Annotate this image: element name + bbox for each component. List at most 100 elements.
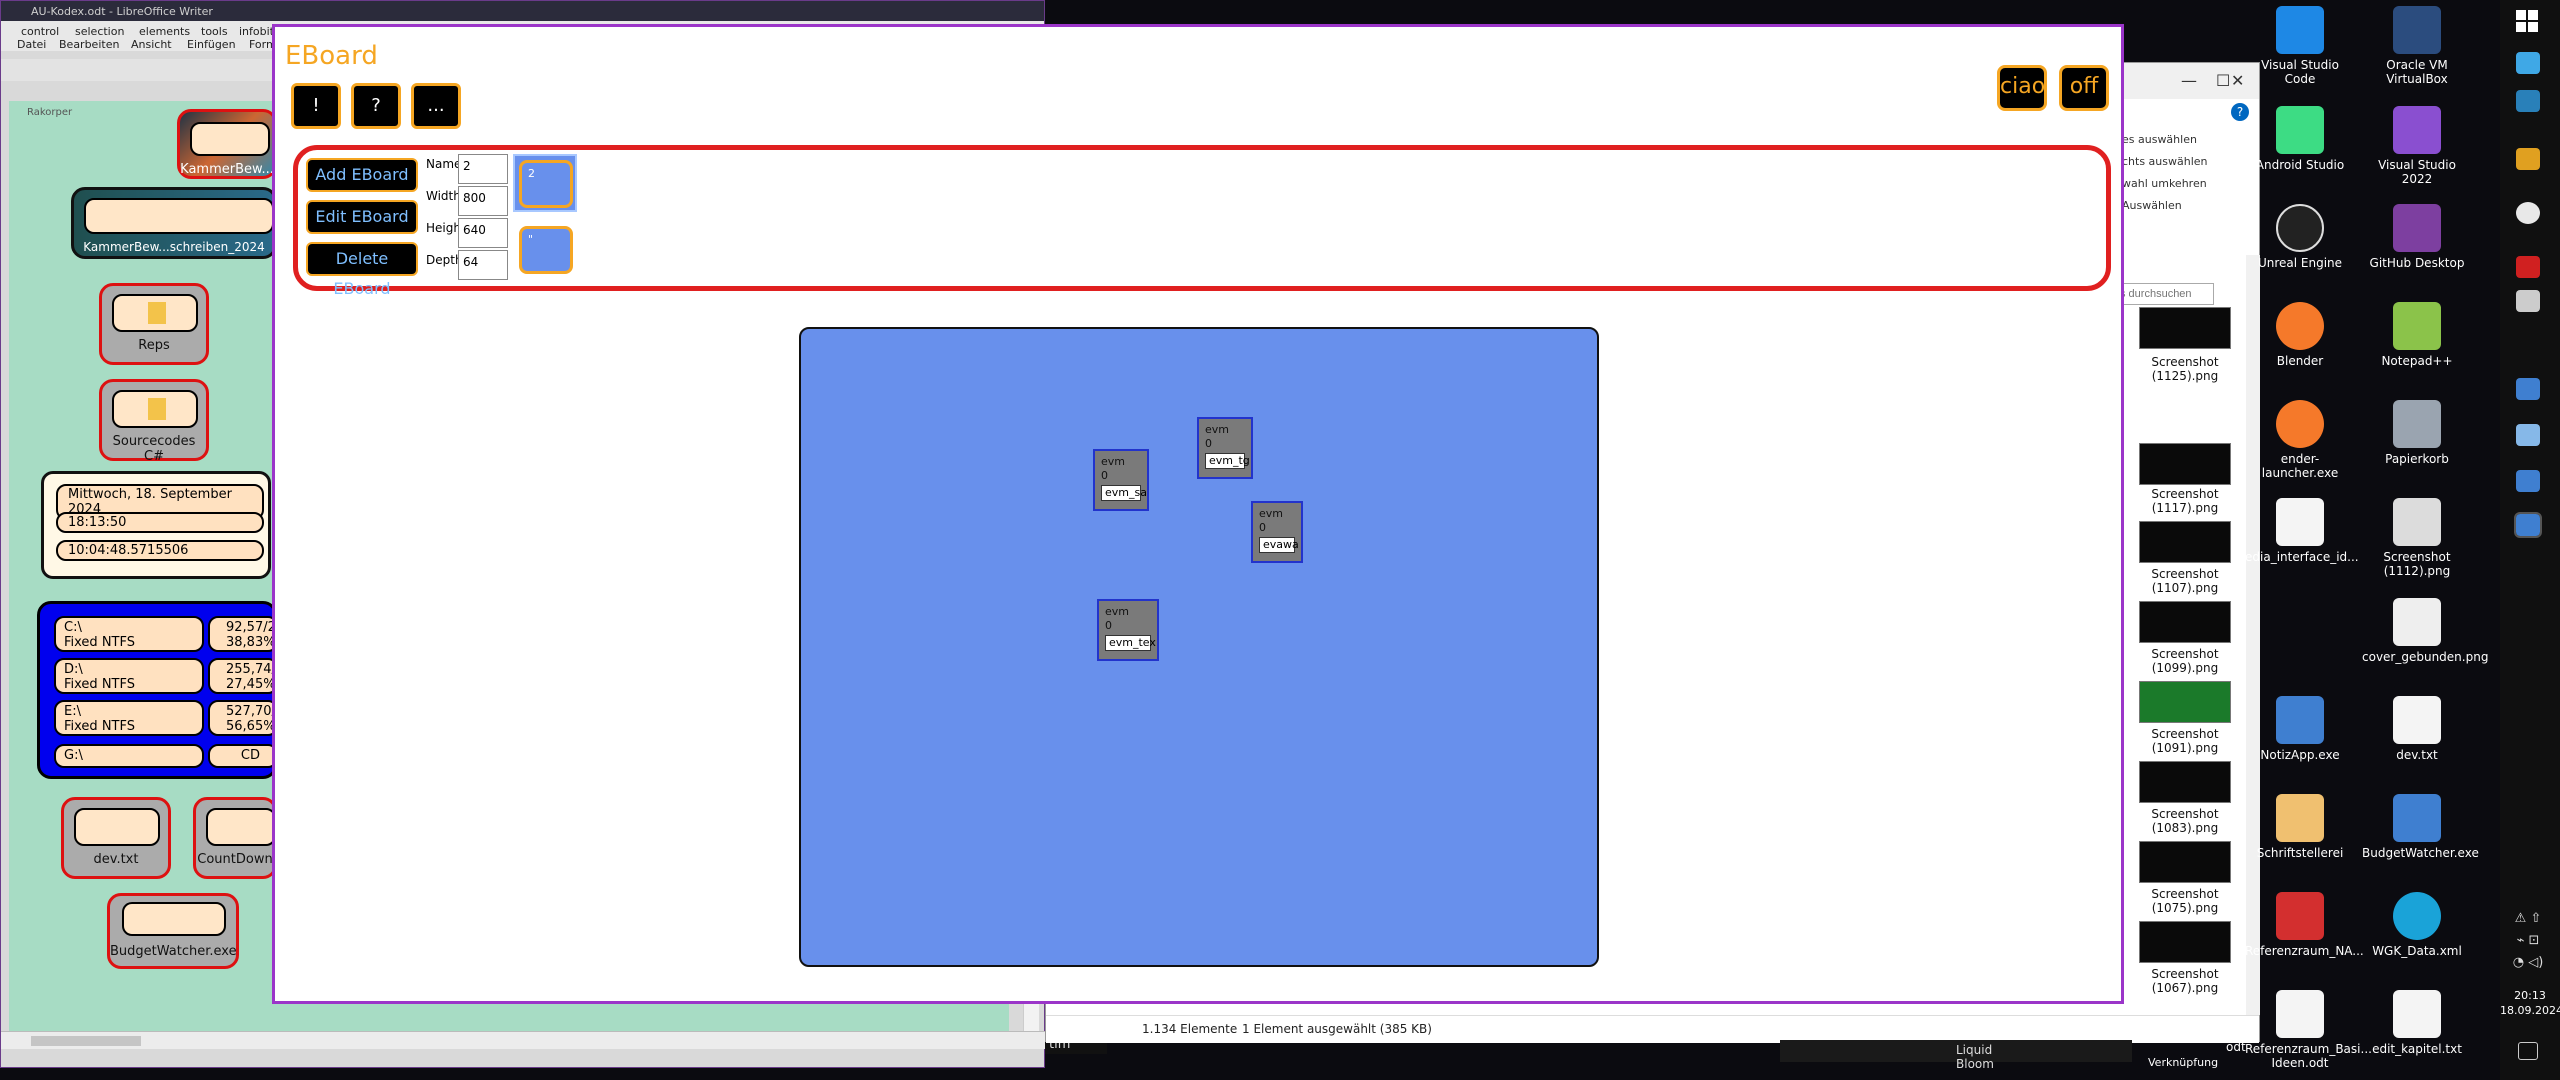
- desktop-icon-vs2022[interactable]: Visual Studio 2022: [2362, 106, 2472, 186]
- search-input[interactable]: [2116, 283, 2214, 305]
- desktop-icon-referenzraum-na[interactable]: Referenzraum_NA...: [2245, 892, 2364, 958]
- desktop-icon-cover[interactable]: cover_gebunden.png: [2362, 598, 2488, 664]
- start-icon[interactable]: [2516, 10, 2538, 32]
- writer-titlebar: AU-Kodex.odt - LibreOffice Writer: [1, 1, 1044, 23]
- taskbar-calculator-icon[interactable]: [2516, 290, 2540, 312]
- ribbon-select-all[interactable]: es auswählen: [2122, 133, 2197, 146]
- taskbar-explorer-icon[interactable]: [2516, 148, 2540, 170]
- desktop-icon-budgetwatcher[interactable]: BudgetWatcher.exe: [2362, 794, 2479, 860]
- widget-countdown-label: CountDown: [197, 852, 273, 867]
- desktop-icon-blender[interactable]: Blender: [2245, 302, 2355, 368]
- ribbon-select-none[interactable]: chts auswählen: [2122, 155, 2208, 168]
- menu-ansicht[interactable]: Ansicht: [131, 38, 172, 51]
- off-button[interactable]: off: [2059, 65, 2109, 111]
- desktop-icon-wgk-data[interactable]: WGK_Data.xml: [2362, 892, 2472, 958]
- thumbnail-1067[interactable]: [2139, 921, 2231, 963]
- thumbnail-1125[interactable]: [2139, 307, 2231, 349]
- thumbnail-1099[interactable]: [2139, 601, 2231, 643]
- drive-c-fs: Fixed NTFS: [64, 635, 135, 650]
- tray-icons[interactable]: ⚠ ⇧ ⌁ ⊡ ◔ ◁): [2508, 908, 2548, 978]
- name-label: Name: [426, 157, 462, 171]
- menu-infobit[interactable]: infobit: [239, 25, 274, 38]
- help-button[interactable]: ?: [351, 83, 401, 129]
- writer-hscrollbar[interactable]: [1, 1031, 1046, 1049]
- desktop-icon-android-studio[interactable]: Android Studio: [2245, 106, 2355, 172]
- android-studio-icon: [2276, 106, 2324, 154]
- color-swatch-2-inner: ": [519, 226, 573, 274]
- evm-element[interactable]: evm 0 evm_sa: [1093, 449, 1149, 511]
- color-swatch-1[interactable]: 2: [513, 154, 577, 212]
- widget-kammer2[interactable]: KammerBew...schreiben_2024: [71, 187, 277, 259]
- desktop-icon-virtualbox[interactable]: Oracle VM VirtualBox: [2362, 6, 2472, 86]
- evm-element[interactable]: evm 0 evm_tex: [1097, 599, 1159, 661]
- color-swatch-2[interactable]: ": [513, 220, 577, 278]
- widget-reps[interactable]: Reps: [99, 283, 209, 365]
- widget-sourcecodes[interactable]: Sourcecodes C#: [99, 379, 209, 464]
- widget-countdown[interactable]: CountDown: [193, 797, 277, 879]
- taskbar-app-icon[interactable]: [2516, 470, 2540, 492]
- desktop-icon-blender-launcher[interactable]: ender-launcher.exe: [2245, 400, 2355, 480]
- close-icon[interactable]: ✕: [2231, 71, 2244, 90]
- ciao-button[interactable]: ciao: [1997, 65, 2047, 111]
- menu-elements[interactable]: elements: [139, 25, 190, 38]
- widget-kammer1[interactable]: KammerBew...: [177, 109, 277, 179]
- taskbar-active-app-icon[interactable]: [2514, 512, 2542, 538]
- desktop-icon-recycle-bin[interactable]: Papierkorb: [2362, 400, 2472, 466]
- thumbnail-1117[interactable]: [2139, 443, 2231, 485]
- delete-eboard-button[interactable]: Delete EBoard: [306, 242, 418, 298]
- desktop-icon-edit-kapitel[interactable]: edit_kapitel.txt: [2362, 990, 2472, 1056]
- odt-label: odt: [2226, 1040, 2246, 1054]
- widget-devtxt[interactable]: dev.txt: [61, 797, 171, 879]
- taskbar-app-icon[interactable]: [2516, 378, 2540, 400]
- liquid-bloom-item[interactable]: Liquid Bloom: [1780, 1040, 2132, 1071]
- taskbar-app-icon[interactable]: [2516, 52, 2540, 74]
- thumbnail-1091[interactable]: [2139, 681, 2231, 723]
- desktop-icon-vscode[interactable]: Visual Studio Code: [2245, 6, 2355, 86]
- thumb-label-1083: Screenshot (1083).png: [2151, 807, 2219, 835]
- menu-bearbeiten[interactable]: Bearbeiten: [59, 38, 119, 51]
- widget-budget[interactable]: BudgetWatcher.exe: [107, 893, 239, 969]
- maximize-icon[interactable]: ☐: [2216, 71, 2230, 90]
- name-field[interactable]: 2: [458, 154, 508, 184]
- height-field[interactable]: 640: [458, 218, 508, 248]
- desktop-icon-notepadpp[interactable]: Notepad++: [2362, 302, 2472, 368]
- menu-selection[interactable]: selection: [75, 25, 124, 38]
- thumbnail-1107[interactable]: [2139, 521, 2231, 563]
- unreal-engine-icon: [2276, 204, 2324, 252]
- evm-title: evm: [1105, 605, 1129, 618]
- menu-tools[interactable]: tools: [201, 25, 228, 38]
- pdf-icon: [2276, 892, 2324, 940]
- menu-control[interactable]: control: [21, 25, 59, 38]
- desktop-icon-screenshot-1112[interactable]: Screenshot (1112).png: [2362, 498, 2472, 578]
- desktop-icon-media-interface[interactable]: edia_interface_id...: [2245, 498, 2359, 564]
- desktop-icon-referenzraum-basi[interactable]: Referenzraum_Basi... Ideen.odt: [2245, 990, 2372, 1070]
- evm-element[interactable]: evm 0 evawa: [1251, 501, 1303, 563]
- taskbar-chrome-icon[interactable]: [2516, 202, 2540, 224]
- eboard-canvas[interactable]: evm 0 evm_sa evm 0 evm_tg evm 0 evawa ev…: [799, 327, 1599, 967]
- taskbar-red-app-icon[interactable]: [2516, 256, 2540, 278]
- depth-field[interactable]: 64: [458, 250, 508, 280]
- scroll-thumb[interactable]: [31, 1036, 141, 1046]
- menu-einfuegen[interactable]: Einfügen: [187, 38, 236, 51]
- thumbnail-1083[interactable]: [2139, 761, 2231, 803]
- evm-element[interactable]: evm 0 evm_tg: [1197, 417, 1253, 479]
- add-eboard-button[interactable]: Add EBoard: [306, 158, 418, 192]
- desktop-icon-devtxt[interactable]: dev.txt: [2362, 696, 2472, 762]
- desktop-icon-notizapp[interactable]: NotizApp.exe: [2245, 696, 2355, 762]
- desktop-icon-github[interactable]: GitHub Desktop: [2362, 204, 2472, 270]
- thumbnail-1075[interactable]: [2139, 841, 2231, 883]
- taskbar-app-icon[interactable]: [2516, 90, 2540, 112]
- width-field[interactable]: 800: [458, 186, 508, 216]
- taskbar-clock[interactable]: 20:13 18.09.2024: [2500, 988, 2560, 1018]
- edit-eboard-button[interactable]: Edit EBoard: [306, 200, 418, 234]
- desktop-icon-unreal[interactable]: Unreal Engine: [2245, 204, 2355, 270]
- more-button[interactable]: ...: [411, 83, 461, 129]
- notification-icon[interactable]: [2518, 1042, 2538, 1060]
- minimize-icon[interactable]: —: [2181, 71, 2197, 90]
- menu-datei[interactable]: Datei: [17, 38, 46, 51]
- ribbon-select[interactable]: Auswählen: [2122, 199, 2182, 212]
- excl-button[interactable]: !: [291, 83, 341, 129]
- taskbar-app-icon[interactable]: [2516, 424, 2540, 446]
- ribbon-invert[interactable]: wahl umkehren: [2122, 177, 2207, 190]
- desktop-icon-schriftstellerei[interactable]: Schriftstellerei: [2245, 794, 2355, 860]
